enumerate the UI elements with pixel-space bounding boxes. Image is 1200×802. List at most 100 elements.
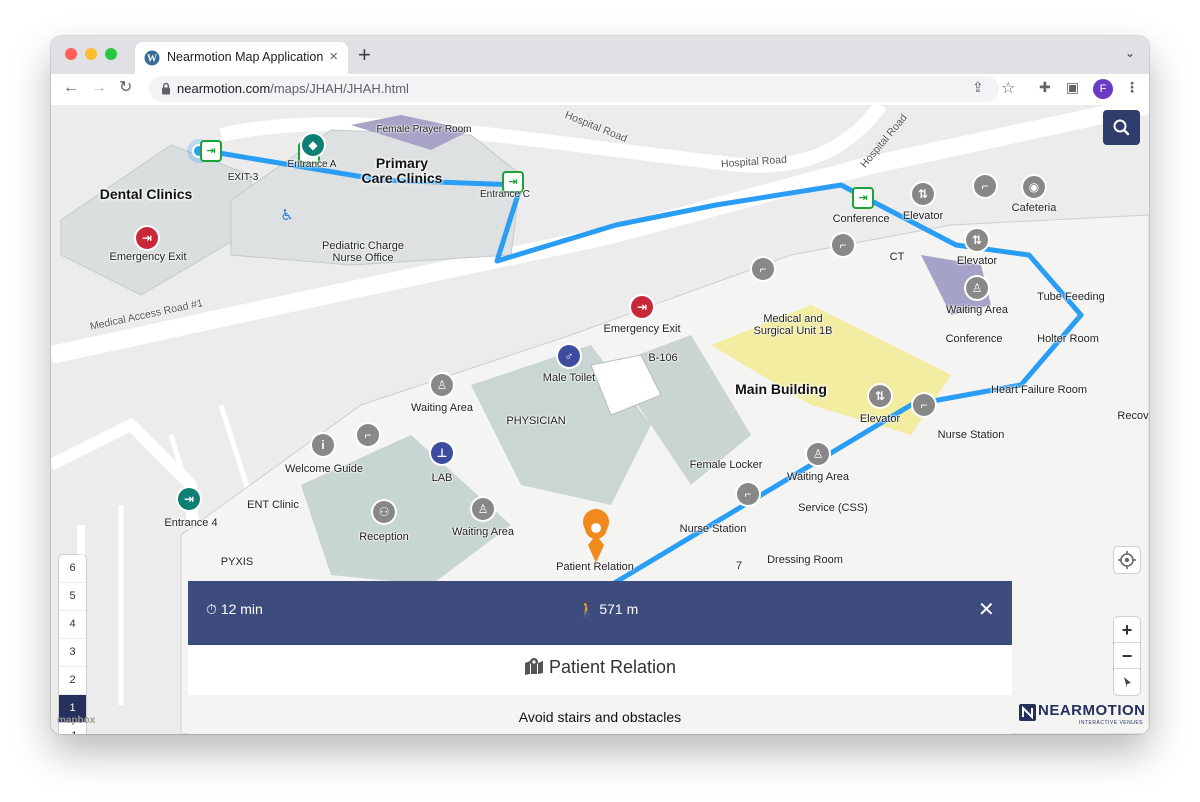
- recov-label: Recov: [1117, 410, 1149, 422]
- elevator-1-label: Elevator: [902, 210, 944, 222]
- elevator-3-icon[interactable]: ⇅: [869, 385, 891, 407]
- main-building-label: Main Building: [735, 381, 827, 397]
- primary-care-label-line2: Care Clinics: [361, 170, 443, 186]
- waiting-area-3-label: Waiting Area: [787, 471, 849, 483]
- primary-care-label-line1: Primary: [375, 155, 429, 171]
- lab-icon[interactable]: ⊥: [431, 442, 453, 464]
- lock-icon: [162, 82, 170, 95]
- stairs-1-icon[interactable]: ⌐: [974, 175, 996, 197]
- svg-text:W: W: [147, 54, 157, 65]
- stairs-6-icon[interactable]: ⌐: [737, 483, 759, 505]
- mapbox-attribution[interactable]: mapbox: [57, 715, 95, 726]
- minimize-window-button[interactable]: [85, 48, 97, 60]
- bookmark-star-icon[interactable]: ☆: [1001, 78, 1015, 98]
- url-domain: nearmotion.com: [177, 81, 271, 96]
- surgical-unit-label-line2: Surgical Unit 1B: [753, 325, 833, 337]
- compass-icon: [1124, 677, 1131, 688]
- exit-3-label: EXIT-3: [227, 172, 259, 183]
- close-route-button[interactable]: ✕: [978, 597, 995, 622]
- map-viewport[interactable]: Dental Clinics Primary Care Clinics Main…: [51, 105, 1149, 734]
- conference-entrance-icon[interactable]: ⇥: [852, 187, 874, 209]
- close-window-button[interactable]: [65, 48, 77, 60]
- tab-close-icon[interactable]: ×: [329, 48, 338, 65]
- emergency-exit-2-icon[interactable]: ⇥: [631, 296, 653, 318]
- holter-room-label: Holter Room: [1037, 333, 1099, 345]
- destination-title: Patient Relation: [188, 657, 1012, 678]
- menu-icon[interactable]: ⋮: [1125, 79, 1139, 96]
- locate-me-button[interactable]: [1114, 547, 1140, 573]
- pediatric-label-line2: Nurse Office: [332, 252, 394, 264]
- elevator-2-icon[interactable]: ⇅: [966, 229, 988, 251]
- floor-6-button[interactable]: 6: [59, 555, 86, 583]
- welcome-guide-label: Welcome Guide: [284, 463, 364, 475]
- emergency-exit-1-icon[interactable]: ⇥: [136, 227, 158, 249]
- floor-3-button[interactable]: 3: [59, 639, 86, 667]
- duration-item: ⏱ 12 min: [206, 601, 263, 618]
- reception-icon[interactable]: ⚇: [373, 501, 395, 523]
- route-duration: 12 min: [220, 601, 263, 617]
- route-preference: Avoid stairs and obstacles: [518, 709, 682, 725]
- zoom-out-button[interactable]: −: [1114, 643, 1140, 669]
- route-distance: 571 m: [599, 601, 639, 617]
- entrance-a-marker-icon[interactable]: ◆: [302, 134, 324, 156]
- stairs-2-icon[interactable]: ⌐: [832, 234, 854, 256]
- physician-label: PHYSICIAN: [506, 415, 566, 427]
- maximize-window-button[interactable]: [105, 48, 117, 60]
- forward-button[interactable]: →: [91, 78, 107, 98]
- back-button[interactable]: ←: [63, 78, 79, 98]
- lab-label: LAB: [431, 472, 453, 484]
- elevator-1-icon[interactable]: ⇅: [912, 183, 934, 205]
- elevator-2-label: Elevator: [956, 255, 998, 267]
- waiting-area-2-icon[interactable]: ♙: [431, 374, 453, 396]
- room-7-label: 7: [735, 560, 743, 572]
- conference-1-label: Conference: [832, 213, 890, 225]
- destination-row[interactable]: Patient Relation: [188, 645, 1012, 695]
- tab-title: Nearmotion Map Application: [167, 50, 324, 64]
- reload-button[interactable]: ↻: [119, 78, 132, 98]
- floor-5-button[interactable]: 5: [59, 583, 86, 611]
- stopwatch-icon: ⏱: [206, 601, 217, 617]
- nurse-station-2-label: Nurse Station: [679, 523, 747, 535]
- brand-name: NEARMOTION: [1038, 702, 1146, 719]
- male-toilet-icon[interactable]: ♂: [558, 345, 580, 367]
- entrance-4-icon[interactable]: ⇥: [178, 488, 200, 510]
- conference-2-label: Conference: [945, 333, 1003, 345]
- extensions-icon[interactable]: ✚: [1039, 79, 1051, 96]
- side-panel-icon[interactable]: ▣: [1066, 79, 1079, 96]
- welcome-guide-icon[interactable]: i: [312, 434, 334, 456]
- crosshair-icon: [1118, 551, 1136, 569]
- chevron-down-icon[interactable]: ⌄: [1125, 46, 1135, 60]
- map-search-button[interactable]: [1103, 110, 1140, 145]
- reception-label: Reception: [359, 531, 409, 543]
- walking-icon: 🚶: [578, 601, 596, 617]
- stairs-3-icon[interactable]: ⌐: [752, 258, 774, 280]
- waiting-area-3-icon[interactable]: ♙: [807, 443, 829, 465]
- ct-label: CT: [889, 251, 905, 263]
- browser-tab[interactable]: W Nearmotion Map Application ×: [135, 42, 348, 74]
- waiting-area-1-icon[interactable]: ♙: [966, 277, 988, 299]
- distance-item: 🚶 571 m: [578, 601, 638, 618]
- stairs-5-icon[interactable]: ⌐: [357, 424, 379, 446]
- browser-window: W Nearmotion Map Application × + ⌄ ← → ↻…: [51, 36, 1149, 734]
- profile-avatar[interactable]: F: [1093, 79, 1113, 99]
- address-bar[interactable]: nearmotion.com/maps/JHAH/JHAH.html ⇪: [149, 76, 999, 102]
- cafeteria-icon[interactable]: ◉: [1023, 176, 1045, 198]
- wordpress-icon: W: [144, 50, 160, 66]
- exit-3-icon[interactable]: ⇥: [200, 140, 222, 162]
- emergency-exit-1-label: Emergency Exit: [109, 251, 187, 263]
- elevator-3-label: Elevator: [859, 413, 901, 425]
- female-prayer-label: Female Prayer Room: [376, 124, 472, 135]
- route-preference-row[interactable]: Avoid stairs and obstacles: [188, 695, 1012, 734]
- zoom-in-button[interactable]: +: [1114, 617, 1140, 643]
- brand-tagline: INTERACTIVE VENUES: [1079, 720, 1144, 726]
- share-icon[interactable]: ⇪: [972, 79, 984, 96]
- destination-marker-dot: [591, 523, 601, 533]
- compass-button[interactable]: [1114, 669, 1140, 695]
- waiting-area-4-icon[interactable]: ♙: [472, 498, 494, 520]
- floor-2-button[interactable]: 2: [59, 667, 86, 695]
- url-text: nearmotion.com/maps/JHAH/JHAH.html: [177, 81, 409, 96]
- stairs-4-icon[interactable]: ⌐: [913, 394, 935, 416]
- pyxis-label: PYXIS: [220, 556, 254, 568]
- floor-4-button[interactable]: 4: [59, 611, 86, 639]
- new-tab-button[interactable]: +: [358, 42, 371, 68]
